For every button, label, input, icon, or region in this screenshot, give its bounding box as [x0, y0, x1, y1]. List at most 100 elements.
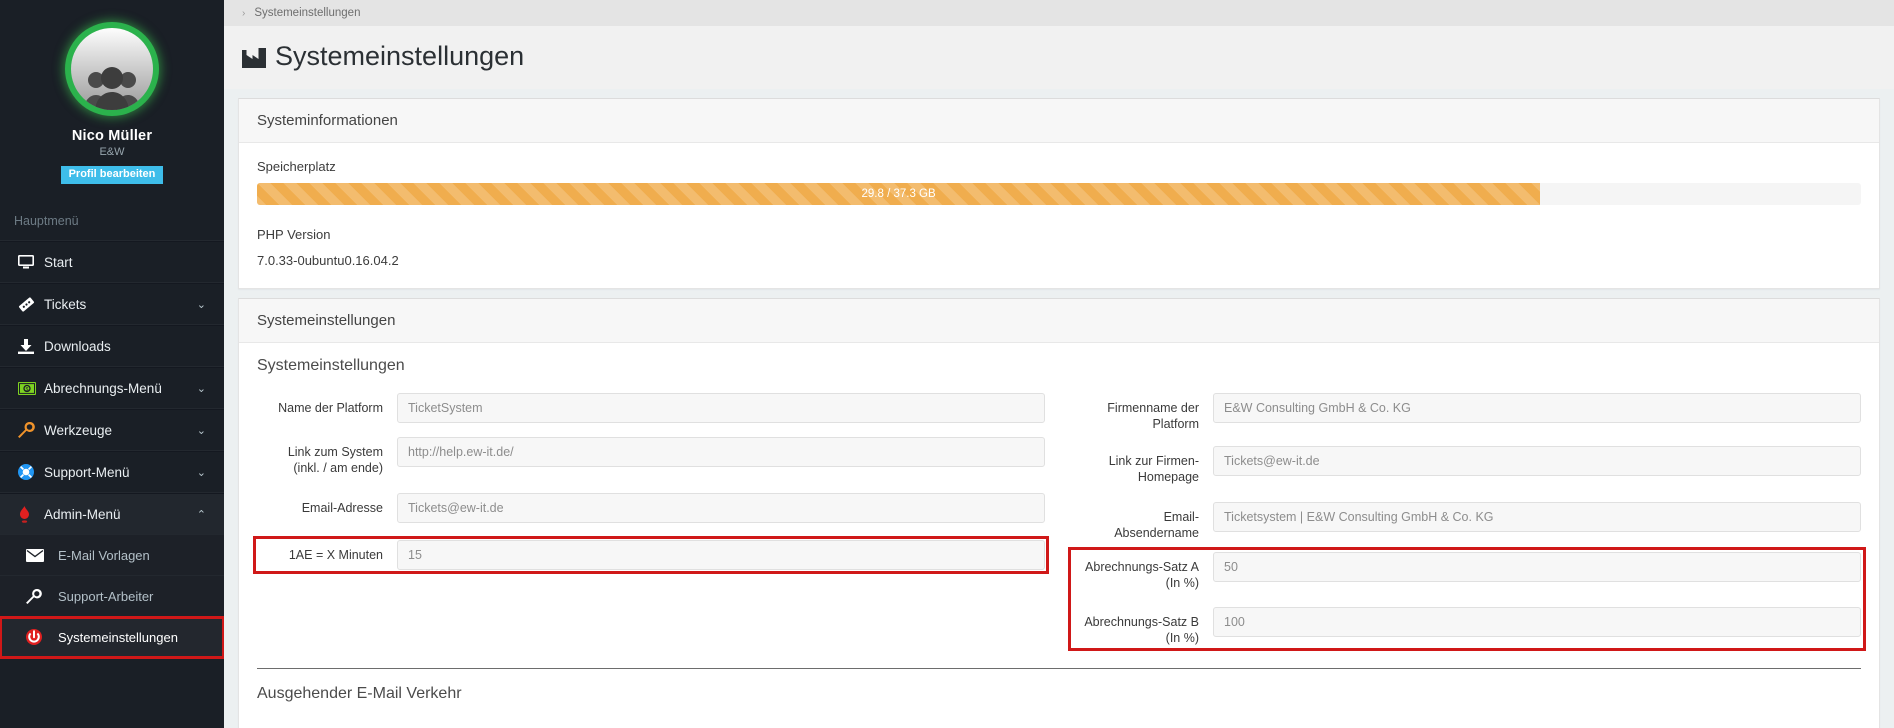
svg-text:$: $ — [26, 387, 29, 393]
sidebar-profile: Nico Müller E&W Profil bearbeiten — [0, 0, 224, 200]
chevron-down-icon: ⌄ — [196, 382, 206, 395]
field-name-der-platform: Name der Platform — [257, 393, 1045, 423]
section-subtitle: Systemeinstellungen — [257, 357, 405, 374]
envelope-icon — [26, 548, 58, 562]
breadcrumb-current[interactable]: Systemeinstellungen — [254, 7, 360, 19]
panel-title: Systeminformationen — [239, 99, 1879, 143]
chevron-down-icon: ⌄ — [196, 424, 206, 437]
systemeinstellungen-panel: Systemeinstellungen Systemeinstellungen … — [238, 298, 1880, 728]
panel-body: Systemeinstellungen Name der Platform Li… — [239, 343, 1879, 728]
sidebar-item-label: Werkzeuge — [44, 422, 113, 438]
sidebar-item-downloads[interactable]: Downloads — [0, 325, 224, 367]
page-title: Systemeinstellungen — [275, 41, 525, 71]
avatar-ring — [65, 22, 159, 116]
field-1ae-minuten-highlighted: 1AE = X Minuten — [253, 536, 1049, 574]
avatar — [71, 28, 153, 110]
sidebar-item-support-arbeiter[interactable]: Support-Arbeiter — [0, 576, 224, 617]
breadcrumb: › Systemeinstellungen — [224, 0, 1894, 26]
desktop-icon — [18, 255, 44, 269]
sidebar-item-start[interactable]: Start — [0, 241, 224, 283]
ausgehender-email-verkehr-title: Ausgehender E-Mail Verkehr — [257, 685, 462, 702]
submenu-label: Support-Arbeiter — [58, 588, 154, 604]
profile-name: Nico Müller — [71, 128, 153, 144]
submenu-label: Systemeinstellungen — [58, 629, 178, 645]
field-label: Link zum System (inkl. / am ende) — [287, 445, 383, 475]
power-icon — [26, 629, 58, 645]
field-abrechnungs-satz-a: Abrechnungs-Satz A (In %) — [1073, 552, 1861, 591]
field-label: Email-Adresse — [301, 501, 383, 515]
sidebar-item-email-vorlagen[interactable]: E-Mail Vorlagen — [0, 535, 224, 576]
form-column-left: Name der Platform Link zum System (inkl.… — [253, 393, 1059, 646]
field-label: Firmenname der Platform — [1107, 401, 1199, 431]
1ae-minuten-input[interactable] — [397, 540, 1045, 570]
speicherplatz-label: Speicherplatz — [257, 159, 336, 174]
edit-profile-button[interactable]: Profil bearbeiten — [60, 166, 164, 184]
field-email-adresse: Email-Adresse — [257, 493, 1045, 523]
firmenname-der-platform-input[interactable] — [1213, 393, 1861, 423]
sidebar-item-label: Admin-Menü — [44, 506, 121, 522]
ticket-icon — [18, 296, 44, 312]
settings-form: Name der Platform Link zum System (inkl.… — [253, 393, 1866, 651]
sidebar: Nico Müller E&W Profil bearbeiten Hauptm… — [0, 0, 224, 728]
chevron-down-icon: ⌄ — [196, 466, 206, 479]
sidebar-item-label: Start — [44, 254, 73, 270]
submenu-label: E-Mail Vorlagen — [58, 547, 150, 563]
php-version-label: PHP Version — [257, 227, 331, 242]
abrechnungs-satz-a-input[interactable] — [1213, 552, 1861, 582]
field-label: Link zur Firmen- Homepage — [1108, 454, 1199, 484]
sidebar-item-label: Abrechnungs-Menü — [44, 380, 162, 396]
chevron-right-icon: › — [242, 7, 246, 19]
field-label: Name der Platform — [278, 401, 383, 415]
link-zum-system-input[interactable] — [397, 437, 1045, 467]
sidebar-item-abrechnungs-menu[interactable]: $ Abrechnungs-Menü ⌄ — [0, 367, 224, 409]
chevron-up-icon: ⌃ — [196, 508, 206, 521]
factory-icon — [242, 46, 266, 68]
storage-progress-label: 29.8 / 37.3 GB — [861, 188, 936, 200]
fire-icon — [18, 505, 44, 523]
sidebar-item-label: Tickets — [44, 296, 87, 312]
storage-progress-fill: 29.8 / 37.3 GB — [257, 183, 1541, 205]
field-email-absendername: Email- Absendername — [1073, 502, 1861, 541]
sidebar-item-systemeinstellungen[interactable]: Systemeinstellungen — [0, 616, 224, 659]
field-abrechnungs-satz-b: Abrechnungs-Satz B (In %) — [1073, 607, 1861, 646]
sidebar-item-admin-menu[interactable]: Admin-Menü ⌃ — [0, 493, 224, 535]
email-absendername-input[interactable] — [1213, 502, 1861, 532]
panel-title: Systemeinstellungen — [239, 299, 1879, 343]
abrechnungs-satz-highlight-group: Abrechnungs-Satz A (In %) Abrechnungs-Sa… — [1068, 547, 1866, 651]
sidebar-item-label: Support-Menü — [44, 464, 130, 480]
wrench-icon — [18, 422, 44, 438]
systeminformationen-panel: Systeminformationen Speicherplatz 29.8 /… — [238, 98, 1880, 289]
download-icon — [18, 338, 44, 354]
field-link-zur-firmen-homepage: Link zur Firmen- Homepage — [1073, 446, 1861, 485]
field-label: Abrechnungs-Satz B (In %) — [1084, 615, 1199, 645]
storage-progress: 29.8 / 37.3 GB — [257, 183, 1861, 205]
sidebar-item-werkzeuge[interactable]: Werkzeuge ⌄ — [0, 409, 224, 451]
profile-org: E&W — [99, 146, 125, 158]
field-firmenname-der-platform: Firmenname der Platform — [1073, 393, 1861, 432]
form-column-right: Firmenname der Platform Link zur Firmen-… — [1059, 393, 1866, 651]
field-link-zum-system: Link zum System (inkl. / am ende) — [257, 437, 1045, 476]
wrench-icon — [26, 588, 58, 604]
sidebar-menu-header: Hauptmenü — [0, 200, 224, 241]
name-der-platform-input[interactable] — [397, 393, 1045, 423]
page-header: Systemeinstellungen — [224, 26, 1894, 89]
sidebar-item-label: Downloads — [44, 338, 111, 354]
section-divider — [257, 668, 1861, 669]
php-version-block: PHP Version 7.0.33-0ubuntu0.16.04.2 — [257, 227, 1861, 268]
abrechnungs-satz-b-input[interactable] — [1213, 607, 1861, 637]
email-adresse-input[interactable] — [397, 493, 1045, 523]
field-label: Abrechnungs-Satz A (In %) — [1085, 560, 1199, 590]
main-content: › Systemeinstellungen Systemeinstellunge… — [224, 0, 1894, 728]
users-group-icon — [82, 66, 142, 110]
money-bill-icon: $ — [18, 381, 44, 395]
sidebar-item-tickets[interactable]: Tickets ⌄ — [0, 283, 224, 325]
link-zur-firmen-homepage-input[interactable] — [1213, 446, 1861, 476]
field-label: Email- Absendername — [1114, 510, 1199, 540]
lifering-icon — [18, 464, 44, 480]
app-root: Nico Müller E&W Profil bearbeiten Hauptm… — [0, 0, 1894, 728]
sidebar-item-support-menu[interactable]: Support-Menü ⌄ — [0, 451, 224, 493]
panel-body: Speicherplatz 29.8 / 37.3 GB PHP Version… — [239, 143, 1879, 288]
field-label: 1AE = X Minuten — [288, 548, 383, 562]
php-version-value: 7.0.33-0ubuntu0.16.04.2 — [257, 253, 399, 268]
chevron-down-icon: ⌄ — [196, 298, 206, 311]
